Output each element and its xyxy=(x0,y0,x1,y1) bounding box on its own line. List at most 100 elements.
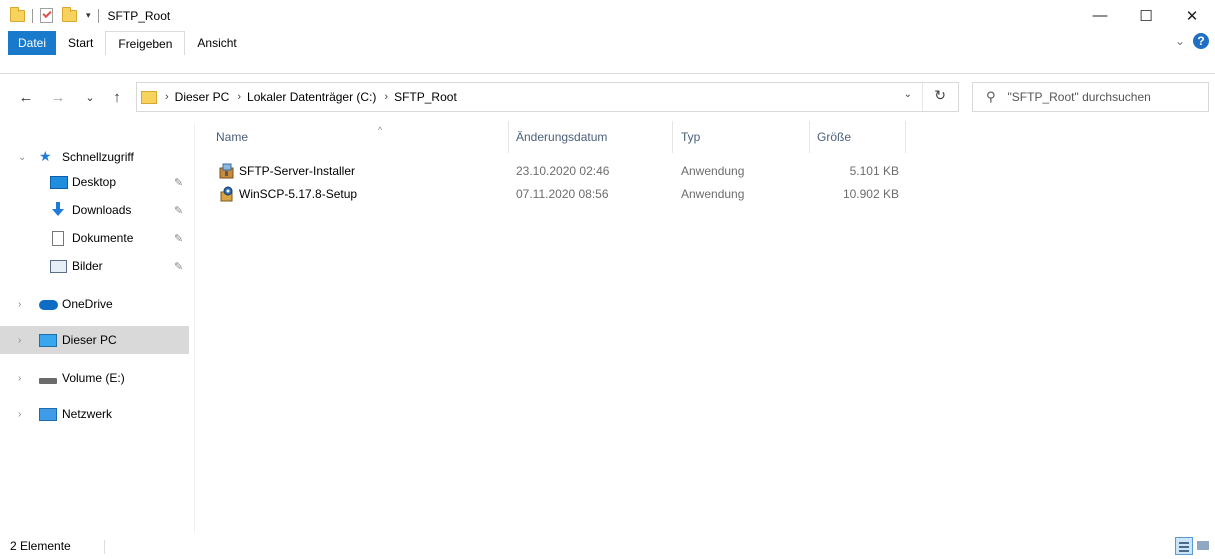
toolbar-divider xyxy=(32,8,33,23)
column-header-label: Änderungsdatum xyxy=(516,130,608,144)
column-header-label: Größe xyxy=(817,130,852,144)
pin-icon[interactable]: ✎ xyxy=(174,260,183,273)
search-placeholder: "SFTP_Root" durchsuchen xyxy=(1007,90,1151,104)
breadcrumb-this-pc[interactable]: Dieser PC xyxy=(175,90,230,104)
sidebar-item-network[interactable]: › Netzwerk xyxy=(0,400,189,428)
sidebar-item-label: Dieser PC xyxy=(62,333,117,347)
folder-icon xyxy=(141,90,157,104)
column-divider[interactable] xyxy=(672,121,673,153)
help-icon[interactable]: ? xyxy=(1193,33,1209,49)
sidebar-item-downloads[interactable]: Downloads ✎ xyxy=(0,196,189,224)
sidebar-item-label: Dokumente xyxy=(72,231,134,245)
window-title: SFTP_Root xyxy=(107,8,171,23)
expand-icon[interactable]: › xyxy=(18,409,21,420)
sidebar-item-volume-e[interactable]: › Volume (E:) xyxy=(0,364,189,392)
window-controls: — ☐ ✕ xyxy=(1077,0,1215,31)
file-list: Name ^ Änderungsdatum Typ Größe SFTP-Ser… xyxy=(195,113,1215,533)
tab-share[interactable]: Freigeben xyxy=(105,31,186,55)
address-dropdown-icon[interactable]: ⌄ xyxy=(904,89,912,100)
sidebar-item-pictures[interactable]: Bilder ✎ xyxy=(0,252,189,280)
file-date: 07.11.2020 08:56 xyxy=(516,187,609,201)
ribbon: Datei Start Freigeben Ansicht ⌄ ? xyxy=(0,31,1215,74)
column-header-date[interactable]: Änderungsdatum xyxy=(516,123,672,151)
column-header-type[interactable]: Typ xyxy=(681,123,809,151)
expand-icon[interactable]: › xyxy=(18,335,21,346)
setup-icon xyxy=(220,186,233,202)
pin-icon[interactable]: ✎ xyxy=(174,204,183,217)
quick-access-toolbar: ▾ xyxy=(0,0,106,31)
ribbon-divider xyxy=(0,73,1215,74)
sort-ascending-icon: ^ xyxy=(378,125,383,135)
file-name: SFTP-Server-Installer xyxy=(239,164,356,178)
address-bar[interactable]: › Dieser PC › Lokaler Datenträger (C:) ›… xyxy=(136,82,959,112)
sidebar-item-label: Downloads xyxy=(72,203,132,217)
file-type: Anwendung xyxy=(681,187,745,201)
forward-button[interactable]: → xyxy=(46,80,70,114)
column-divider[interactable] xyxy=(508,121,509,153)
sidebar-item-quick-access[interactable]: ⌄ ★ Schnellzugriff xyxy=(0,143,189,171)
column-divider[interactable] xyxy=(905,121,906,153)
breadcrumb-local-disk[interactable]: Lokaler Datenträger (C:) xyxy=(247,90,376,104)
file-size: 10.902 KB xyxy=(842,187,899,201)
installer-icon xyxy=(219,163,234,179)
large-icons-view-icon[interactable] xyxy=(1194,537,1212,555)
search-input[interactable]: ⚲ "SFTP_Root" durchsuchen xyxy=(972,82,1209,112)
sidebar-item-label: OneDrive xyxy=(62,297,113,311)
pin-icon[interactable]: ✎ xyxy=(174,232,183,245)
tab-view[interactable]: Ansicht xyxy=(185,31,248,55)
tab-file[interactable]: Datei xyxy=(8,31,57,55)
new-folder-icon[interactable] xyxy=(62,6,77,22)
sidebar-item-label: Desktop xyxy=(72,175,117,189)
up-button[interactable]: ↑ xyxy=(106,80,128,114)
desktop-icon xyxy=(50,176,68,189)
onedrive-icon xyxy=(39,300,58,310)
address-divider xyxy=(922,83,923,111)
file-row[interactable]: SFTP-Server-Installer 23.10.2020 02:46 A… xyxy=(213,160,913,182)
toolbar-divider xyxy=(97,8,99,23)
column-divider[interactable] xyxy=(809,121,810,153)
column-header-size[interactable]: Größe xyxy=(817,123,905,151)
sidebar-item-label: Schnellzugriff xyxy=(62,150,134,164)
breadcrumb-separator[interactable]: › xyxy=(237,91,241,103)
sidebar-item-label: Volume (E:) xyxy=(62,371,125,385)
tab-start[interactable]: Start xyxy=(56,31,105,55)
sidebar-item-this-pc[interactable]: › Dieser PC xyxy=(0,326,189,354)
details-view-icon[interactable] xyxy=(1175,537,1193,555)
documents-icon xyxy=(52,231,64,246)
title-bar: ▾ SFTP_Root — ☐ ✕ xyxy=(0,0,1215,31)
file-date: 23.10.2020 02:46 xyxy=(516,164,610,178)
refresh-icon[interactable]: ↻ xyxy=(934,87,946,104)
back-button[interactable]: ← xyxy=(14,80,38,114)
collapse-icon[interactable]: ⌄ xyxy=(18,152,26,163)
folder-icon[interactable] xyxy=(10,6,25,22)
file-type: Anwendung xyxy=(681,164,745,178)
ribbon-help-area: ⌄ ? xyxy=(1175,33,1209,49)
maximize-button[interactable]: ☐ xyxy=(1123,0,1169,31)
customize-toolbar-icon[interactable]: ▾ xyxy=(86,10,91,21)
pin-icon[interactable]: ✎ xyxy=(174,176,183,189)
status-bar: 2 Elemente xyxy=(0,533,1215,559)
close-button[interactable]: ✕ xyxy=(1169,0,1215,31)
breadcrumb-sftp-root[interactable]: SFTP_Root xyxy=(394,90,457,104)
properties-icon[interactable] xyxy=(40,8,53,23)
ribbon-tabs: Datei Start Freigeben Ansicht xyxy=(0,31,1215,55)
breadcrumb-separator[interactable]: › xyxy=(384,91,388,103)
column-header-name[interactable]: Name ^ xyxy=(216,123,508,151)
expand-icon[interactable]: › xyxy=(18,299,21,310)
expand-icon[interactable]: › xyxy=(18,373,21,384)
navigation-bar: ← → ⌄ ↑ › Dieser PC › Lokaler Datenträge… xyxy=(0,80,1215,114)
sidebar-item-desktop[interactable]: Desktop ✎ xyxy=(0,168,189,196)
sidebar-item-label: Bilder xyxy=(72,259,103,273)
file-row[interactable]: WinSCP-5.17.8-Setup 07.11.2020 08:56 Anw… xyxy=(213,183,913,205)
recent-locations-button[interactable]: ⌄ xyxy=(82,80,98,114)
chevron-down-icon[interactable]: ⌄ xyxy=(1175,34,1185,48)
sidebar-item-documents[interactable]: Dokumente ✎ xyxy=(0,224,189,252)
file-size: 5.101 KB xyxy=(849,164,899,178)
network-icon xyxy=(39,408,57,421)
sidebar-item-onedrive[interactable]: › OneDrive xyxy=(0,290,189,318)
minimize-button[interactable]: — xyxy=(1077,0,1123,31)
downloads-icon xyxy=(52,202,64,216)
breadcrumb-separator[interactable]: › xyxy=(165,91,169,103)
sidebar-item-label: Netzwerk xyxy=(62,407,113,421)
file-name: WinSCP-5.17.8-Setup xyxy=(239,187,358,201)
